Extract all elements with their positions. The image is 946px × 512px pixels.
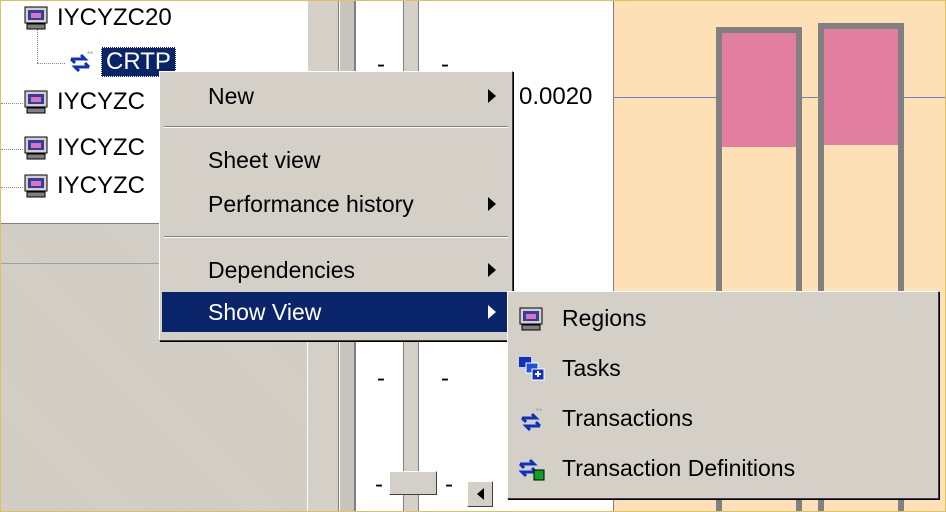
tree-item-label: IYCYZC xyxy=(57,134,146,161)
submenu-item-regions[interactable]: Regions xyxy=(510,298,936,338)
menu-item-show-view[interactable]: Show View xyxy=(162,292,510,332)
menu-item-label: Performance history xyxy=(208,190,414,217)
menu-item-performance-history[interactable]: Performance history xyxy=(162,184,510,224)
grid-cell: - xyxy=(377,365,385,392)
svg-text:**: ** xyxy=(536,407,542,416)
grid-cell: - xyxy=(441,365,449,392)
menu-item-new[interactable]: New xyxy=(162,76,510,116)
tree-connector xyxy=(1,103,23,104)
region-icon xyxy=(23,5,51,31)
bar-segment-top xyxy=(722,33,796,147)
submenu-item-label: Tasks xyxy=(562,354,621,381)
scroll-thumb[interactable] xyxy=(389,471,437,495)
menu-separator xyxy=(164,236,508,238)
submenu-item-label: Regions xyxy=(562,304,647,331)
tree-item-label: IYCYZC20 xyxy=(57,4,172,31)
svg-text:**: ** xyxy=(87,50,93,59)
menu-item-sheet-view[interactable]: Sheet view xyxy=(162,140,510,180)
transaction-icon: ** xyxy=(67,49,95,75)
menu-item-label: Dependencies xyxy=(208,256,356,283)
tree-item-region[interactable]: IYCYZC xyxy=(23,131,145,165)
submenu-item-transaction-definitions[interactable]: Transaction Definitions xyxy=(510,448,936,488)
tree-item-label: IYCYZC xyxy=(57,88,146,115)
submenu-item-label: Transactions xyxy=(562,404,693,431)
tree-connector xyxy=(37,63,65,64)
chevron-left-icon xyxy=(476,488,484,500)
menu-separator xyxy=(164,126,508,128)
regions-icon xyxy=(518,306,546,332)
show-view-submenu: Regions Tasks ** Transactions Transactio… xyxy=(507,291,939,499)
application-frame: IYCYZC20 ** CRTP IYCYZC IYCYZC IYCYZC - … xyxy=(0,0,946,512)
tree-connector xyxy=(1,187,23,188)
transactions-icon: ** xyxy=(518,406,546,432)
scroll-left-button[interactable] xyxy=(467,481,493,507)
transaction-definitions-icon xyxy=(518,456,546,482)
submenu-arrow-icon xyxy=(488,197,496,211)
region-icon xyxy=(23,89,51,115)
submenu-item-tasks[interactable]: Tasks xyxy=(510,348,936,388)
submenu-arrow-icon xyxy=(488,263,496,277)
menu-item-label: Sheet view xyxy=(208,146,321,173)
grid-cell: - xyxy=(445,471,453,498)
submenu-arrow-icon xyxy=(488,89,496,103)
submenu-arrow-icon xyxy=(488,305,496,319)
menu-item-dependencies[interactable]: Dependencies xyxy=(162,250,510,290)
tree-connector xyxy=(1,149,23,150)
grid-cell: 0.0020 xyxy=(519,83,593,110)
tree-item-region[interactable]: IYCYZC xyxy=(23,85,145,119)
region-icon xyxy=(23,135,51,161)
submenu-item-transactions[interactable]: ** Transactions xyxy=(510,398,936,438)
bar-segment-top xyxy=(824,29,898,145)
tree-item-region[interactable]: IYCYZC xyxy=(23,169,145,203)
grid-cell: - xyxy=(375,471,383,498)
tasks-icon xyxy=(518,356,546,382)
tree-item-label: IYCYZC xyxy=(57,172,146,199)
context-menu: New Sheet view Performance history Depen… xyxy=(159,71,513,341)
submenu-item-label: Transaction Definitions xyxy=(562,454,796,481)
menu-item-label: New xyxy=(208,82,255,109)
tree-item-region[interactable]: IYCYZC20 xyxy=(23,1,172,35)
region-icon xyxy=(23,173,51,199)
menu-item-label: Show View xyxy=(208,298,322,325)
